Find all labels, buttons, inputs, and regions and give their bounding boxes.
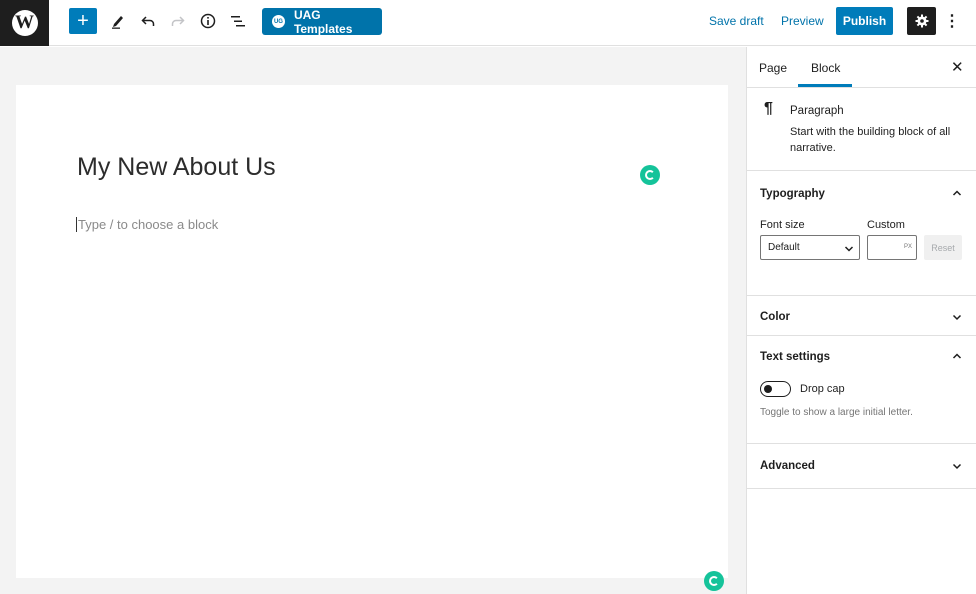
chevron-down-icon: [844, 246, 854, 252]
toggle-knob: [764, 385, 772, 393]
editor-canvas: My New About Us Type / to choose a block: [16, 85, 728, 591]
block-description: Start with the building block of all nar…: [790, 126, 951, 154]
tab-block[interactable]: Block: [811, 61, 840, 75]
active-tab-indicator: [798, 84, 852, 87]
drop-cap-help: Toggle to show a large initial letter.: [760, 407, 913, 418]
grammarly-button[interactable]: [640, 165, 660, 185]
tab-page[interactable]: Page: [759, 61, 787, 75]
settings-button[interactable]: [907, 7, 936, 35]
custom-size-label: Custom: [867, 219, 905, 231]
undo-icon: [141, 16, 155, 26]
advanced-panel: Advanced: [747, 444, 976, 489]
color-panel-toggle[interactable]: Color: [760, 311, 790, 323]
chevron-up-icon[interactable]: [951, 187, 963, 199]
gear-icon: [915, 14, 928, 28]
chevron-up-icon[interactable]: [951, 350, 963, 362]
add-block-button[interactable]: +: [69, 8, 97, 34]
pencil-icon: [112, 16, 123, 29]
sidebar-tabs: Page Block ✕: [747, 47, 976, 88]
settings-sidebar: Page Block ✕ ¶ Paragraph Start with the …: [746, 47, 976, 594]
drop-cap-label: Drop cap: [800, 383, 845, 395]
redo-button[interactable]: [167, 9, 189, 33]
editor-toolbar: W + UG UAG Templates Save draft Preview …: [0, 0, 976, 46]
drop-cap-toggle[interactable]: [760, 381, 791, 397]
text-settings-panel: Text settings Drop cap Toggle to show a …: [747, 336, 976, 444]
reset-button[interactable]: Reset: [924, 235, 962, 260]
grammarly-icon: [645, 170, 655, 180]
wordpress-logo-button[interactable]: W: [0, 0, 49, 46]
block-card: ¶ Paragraph Start with the building bloc…: [747, 88, 976, 171]
chevron-down-icon[interactable]: [951, 311, 963, 323]
preview-button[interactable]: Preview: [781, 14, 824, 28]
editor-canvas-area: My New About Us Type / to choose a block: [0, 47, 746, 594]
more-vertical-icon: ⋮: [944, 13, 960, 30]
save-draft-button[interactable]: Save draft: [709, 14, 764, 28]
tools-button[interactable]: [107, 9, 129, 33]
block-name: Paragraph: [790, 105, 844, 117]
list-view-icon: [231, 16, 245, 27]
uag-templates-button[interactable]: UG UAG Templates: [262, 7, 382, 36]
font-size-label: Font size: [760, 219, 805, 231]
details-button[interactable]: [197, 9, 219, 33]
close-sidebar-button[interactable]: ✕: [951, 58, 964, 76]
uag-logo-icon: UG: [272, 15, 285, 28]
text-settings-panel-toggle[interactable]: Text settings: [760, 351, 830, 363]
chevron-down-icon[interactable]: [951, 460, 963, 472]
typography-panel-toggle[interactable]: Typography: [760, 188, 825, 200]
advanced-panel-toggle[interactable]: Advanced: [760, 460, 815, 472]
color-panel: Color: [747, 296, 976, 336]
info-icon: [200, 13, 216, 29]
list-view-button[interactable]: [227, 9, 249, 33]
redo-icon: [171, 16, 185, 26]
more-options-button[interactable]: ⋮: [944, 9, 960, 33]
pilcrow-icon: ¶: [764, 100, 773, 117]
publish-button[interactable]: Publish: [836, 7, 893, 35]
post-title[interactable]: My New About Us: [77, 153, 276, 182]
custom-font-size-input[interactable]: PX: [867, 235, 917, 260]
grammarly-icon: [709, 576, 719, 586]
typography-panel: Typography Font size Custom Default PX R…: [747, 171, 976, 296]
wordpress-logo-icon: W: [11, 10, 38, 36]
close-icon: ✕: [951, 59, 964, 76]
undo-button[interactable]: [137, 9, 159, 33]
block-appender[interactable]: Type / to choose a block: [76, 217, 218, 232]
font-size-select[interactable]: Default: [760, 235, 860, 260]
plus-icon: +: [77, 9, 89, 32]
unit-label: PX: [903, 244, 912, 250]
uag-templates-label: UAG Templates: [293, 7, 353, 36]
font-size-value: Default: [768, 242, 800, 253]
grammarly-floating-button[interactable]: [704, 571, 724, 591]
